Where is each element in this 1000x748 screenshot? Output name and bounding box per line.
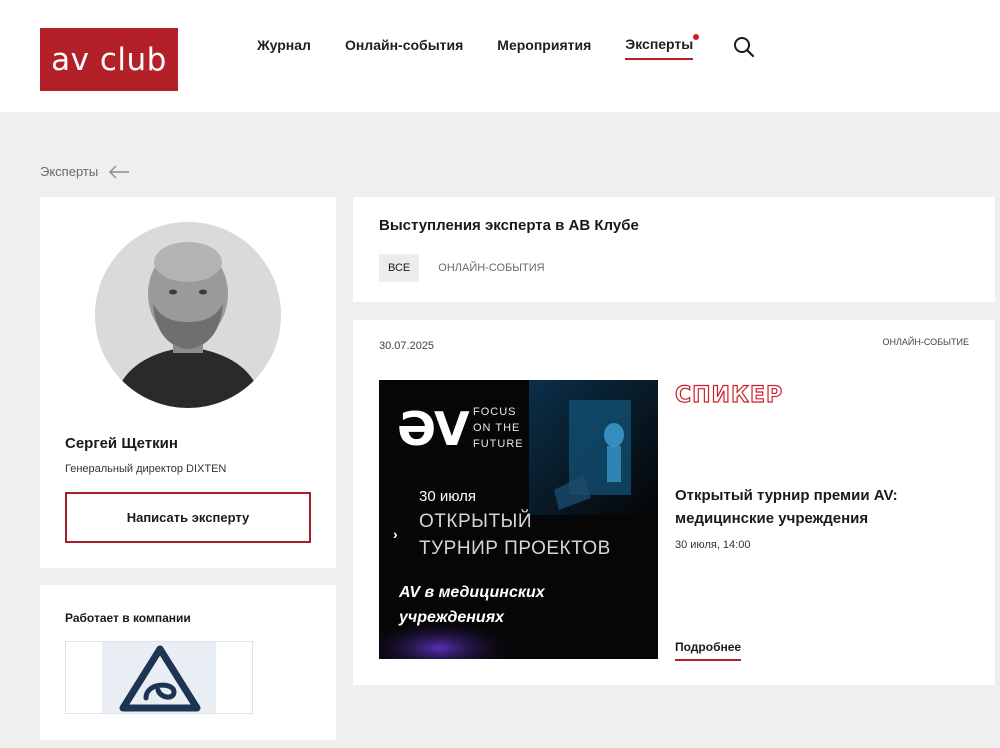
company-card-title: Работает в компании bbox=[65, 611, 191, 625]
event-title[interactable]: Открытый турнир премии AV: медицинские у… bbox=[675, 484, 965, 530]
arrow-left-icon[interactable] bbox=[108, 165, 130, 179]
avatar bbox=[95, 222, 281, 408]
filter-all[interactable]: ВСЕ bbox=[379, 254, 420, 282]
banner-tagline-line: FUTURE bbox=[473, 438, 524, 450]
nav-item-experts[interactable]: Эксперты bbox=[625, 34, 700, 60]
banner-line-2: ТУРНИР ПРОЕКТОВ bbox=[419, 538, 611, 559]
site-logo[interactable]: av club bbox=[40, 28, 178, 91]
banner-line-1: ОТКРЫТЫЙ bbox=[419, 511, 533, 532]
banner-date: 30 июля bbox=[419, 488, 477, 505]
breadcrumb: Эксперты bbox=[40, 164, 130, 179]
nav-item-journal[interactable]: Журнал bbox=[257, 37, 311, 59]
nav-item-experts-label: Эксперты bbox=[625, 36, 694, 52]
company-logo[interactable] bbox=[65, 641, 253, 714]
talks-filters: ВСЕ ОНЛАЙН-СОБЫТИЯ bbox=[379, 254, 564, 282]
expert-talks-card: Выступления эксперта в АВ Клубе ВСЕ ОНЛА… bbox=[353, 197, 995, 302]
banner-logo: ƏV bbox=[397, 402, 470, 456]
banner-tagline-line: ON THE bbox=[473, 422, 521, 434]
event-banner[interactable]: ƏV FOCUS ON THE FUTURE 30 июля ОТКРЫТЫЙ … bbox=[379, 380, 658, 659]
section-title: Выступления эксперта в АВ Клубе bbox=[379, 217, 639, 234]
notification-dot bbox=[693, 34, 700, 40]
banner-tagline-line: FOCUS bbox=[473, 406, 517, 418]
filter-online-events[interactable]: ОНЛАЙН-СОБЫТИЯ bbox=[429, 254, 553, 282]
event-time: 30 июля, 14:00 bbox=[675, 539, 751, 551]
banner-bold-2: учреждениях bbox=[399, 609, 505, 626]
main-nav: Журнал Онлайн-события Мероприятия Экспер… bbox=[257, 34, 727, 60]
event-type-badge: ОНЛАЙН-СОБЫТИЕ bbox=[882, 337, 969, 347]
event-date: 30.07.2025 bbox=[379, 340, 435, 352]
chevron-right-icon: › bbox=[393, 526, 398, 542]
write-to-expert-button[interactable]: Написать эксперту bbox=[65, 492, 311, 543]
expert-name: Сергей Щеткин bbox=[65, 435, 178, 452]
expert-position: Генеральный директор DIXTEN bbox=[65, 463, 227, 475]
expert-profile-card: Сергей Щеткин Генеральный директор DIXTE… bbox=[40, 197, 336, 568]
nav-item-online-events[interactable]: Онлайн-события bbox=[345, 37, 463, 59]
banner-tagline: FOCUS ON THE FUTURE bbox=[473, 404, 524, 452]
nav-item-events[interactable]: Мероприятия bbox=[497, 37, 591, 59]
company-card: Работает в компании bbox=[40, 585, 336, 740]
breadcrumb-link-experts[interactable]: Эксперты bbox=[40, 164, 98, 179]
more-link[interactable]: Подробнее bbox=[675, 640, 742, 661]
event-card: 30.07.2025 ОНЛАЙН-СОБЫТИЕ ƏV FOCUS ON TH… bbox=[353, 320, 995, 685]
banner-bold-1: AV в медицинских bbox=[399, 584, 545, 601]
speaker-label: СПИКЕР bbox=[674, 382, 784, 408]
site-header: av club Журнал Онлайн-события Мероприяти… bbox=[0, 0, 1000, 112]
search-icon[interactable] bbox=[733, 36, 755, 58]
